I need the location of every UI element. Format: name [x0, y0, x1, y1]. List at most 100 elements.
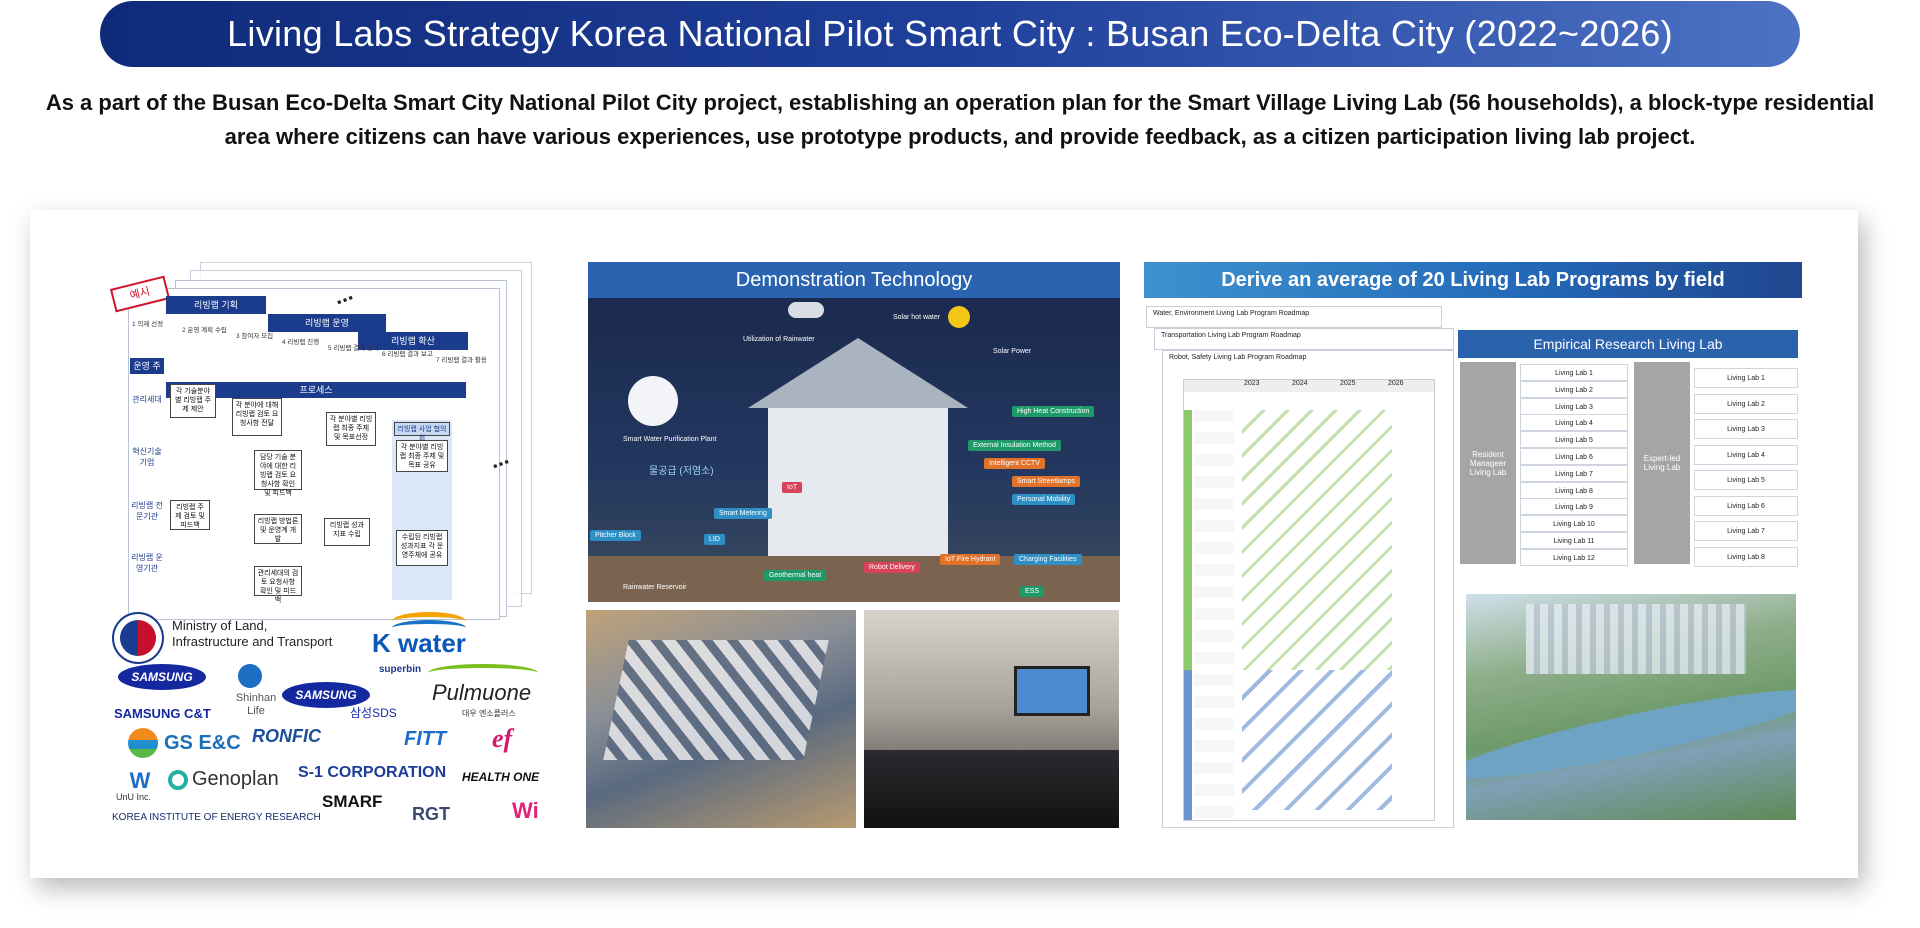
city-aerial-render: [1466, 594, 1796, 820]
logo-samsung-sds: 삼성SDS: [350, 706, 397, 720]
process-box-council: 리빙랩 사업 협의회: [394, 422, 450, 442]
purification-plant-icon: [628, 376, 678, 426]
roadmap-gantt: 2023 2024 2025 2026: [1183, 379, 1435, 821]
phase-operate: 리빙랩 운영: [268, 314, 386, 332]
logo-ef: ef: [492, 724, 513, 753]
expert-lab-item: Living Lab 2: [1694, 393, 1798, 414]
logo-kier: KOREA INSTITUTE OF ENERGY RESEARCH: [112, 812, 321, 823]
process-box: 담당 기술 분야에 대한 리빙랩 검토 요청사항 확인 및 피드백: [254, 450, 302, 497]
logo-healthone: HEALTH ONE: [462, 770, 540, 784]
river: [1466, 674, 1796, 794]
logo-daewoo: 대우 엔소플러스: [462, 709, 516, 718]
resident-lab-item: Living Lab 7: [1520, 464, 1628, 482]
resident-lab-item: Living Lab 5: [1520, 431, 1628, 449]
logo-gs: GS E&C: [164, 732, 241, 754]
label-mobility: Personal Mobility: [1012, 494, 1076, 505]
label-charging: Charging Facilities: [1014, 554, 1082, 565]
process-box: 수립된 리빙랩 성과지표 각 운영주체에 공유: [396, 530, 448, 566]
logo-shinhan: Shinhan Life: [235, 692, 277, 717]
resident-lab-item: Living Lab 3: [1520, 397, 1628, 415]
expert-lab-item: Living Lab 6: [1694, 495, 1798, 516]
label-ess: ESS: [1020, 586, 1045, 597]
audience: [864, 750, 1119, 828]
logo-ronfic: RONFIC: [252, 726, 321, 746]
logo-s1: S-1 CORPORATION: [298, 764, 447, 781]
resident-lab-item: Living Lab 9: [1520, 498, 1628, 516]
roadmap-robot-title: Robot, Safety Living Lab Program Roadmap: [1169, 354, 1307, 361]
presentation-screen: [1014, 666, 1090, 716]
resident-lab-item: Living Lab 4: [1520, 414, 1628, 432]
resident-lab-item: Living Lab 10: [1520, 515, 1628, 533]
label-reservoir: Rainwater Reservoir: [623, 584, 687, 591]
year-2026: 2026: [1388, 380, 1404, 387]
phase-plan: 리빙랩 기획: [166, 296, 266, 314]
step-5: 5 리빙랩 결과 평가: [328, 345, 379, 352]
row-label-tech: 혁신기술 기업: [132, 447, 162, 467]
sun-icon: [948, 306, 970, 328]
label-geothermal: Geothermal heat: [764, 570, 827, 581]
gantt-year-row: 2023 2024 2025 2026: [1184, 380, 1434, 392]
subhead-owner: 운영 주체: [130, 358, 164, 387]
step-1: 1 의제 선정: [132, 321, 164, 328]
process-box: 각 분야별 리빙랩 최종 주제 및 목표선정: [326, 412, 376, 446]
logo-pulmuone: Pulmuone: [432, 680, 532, 705]
process-box: 관리세대의 검토 요청사항 확인 및 피드백: [254, 566, 302, 604]
resident-lab-item: Living Lab 8: [1520, 481, 1628, 499]
label-rainwater: Utilization of Rainwater: [743, 336, 815, 343]
label-iot: IoT: [782, 482, 803, 493]
resident-managed-label: Resident Manageer Living Lab: [1460, 362, 1516, 564]
ministry-emblem-icon: [112, 612, 164, 664]
village-aerial-photo: [586, 610, 856, 828]
expert-lab-item: Living Lab 4: [1694, 444, 1798, 465]
logo-samsung-ct: SAMSUNG C&T: [114, 706, 211, 721]
empirical-title: Empirical Research Living Lab: [1458, 330, 1798, 358]
label-fire: IoT Fire Hydrant: [940, 554, 1001, 565]
genoplan-icon: [168, 770, 188, 790]
gantt-blue-bars: [1242, 670, 1392, 810]
gantt-group-green: [1184, 410, 1192, 670]
gantt-group-blue: [1184, 670, 1192, 820]
roadmap-robot-safety: Robot, Safety Living Lab Program Roadmap…: [1162, 350, 1454, 828]
process-box: 리빙랩 방법론 및 운영계 개발: [254, 514, 302, 544]
demonstration-illustration: Utilization of Rainwater Solar hot water…: [588, 298, 1120, 602]
expert-lab-item: Living Lab 7: [1694, 521, 1798, 541]
gs-ball-icon: [128, 728, 158, 758]
logo-fitt: FITT: [404, 728, 447, 750]
control-room-photo: [864, 610, 1119, 828]
label-sink: 물공급 (저염소): [649, 466, 714, 477]
label-heat: High Heat Construction: [1012, 406, 1095, 417]
row-label-residents: 관리세대: [132, 395, 162, 404]
logo-wi: Wi: [512, 798, 539, 823]
label-purification: Smart Water Purification Plant: [623, 436, 717, 443]
row-label-expert: 리빙랩 전문기관: [131, 501, 163, 521]
page-title-banner: Living Labs Strategy Korea National Pilo…: [100, 1, 1800, 67]
step-2: 2 운영 계획 수립: [182, 327, 227, 334]
label-pitcher: Pitcher Block: [590, 530, 641, 541]
step-7: 7 리빙랩 결과 활용: [436, 357, 487, 364]
roadmap-transport: Transportation Living Lab Program Roadma…: [1154, 328, 1454, 350]
skyline: [1526, 604, 1746, 674]
row-label-operator: 리빙랩 운영기관: [131, 553, 163, 573]
rooftops: [603, 640, 829, 760]
label-metering: Smart Metering: [714, 508, 772, 519]
logo-ministry: Ministry of Land, Infrastructure and Tra…: [172, 618, 333, 649]
gantt-task-names: [1194, 410, 1234, 820]
process-box: 리빙랩 주제 검토 및 피드백: [170, 500, 210, 530]
year-2024: 2024: [1292, 380, 1308, 387]
label-solar-power: Solar Power: [993, 348, 1032, 355]
demonstration-title: Demonstration Technology: [588, 262, 1120, 298]
page-description: As a part of the Busan Eco-Delta Smart C…: [45, 90, 1875, 149]
expert-lab-item: Living Lab 8: [1694, 546, 1798, 567]
logo-unu: UnU Inc.: [116, 792, 152, 802]
label-hot-water: Solar hot water: [893, 314, 941, 321]
resident-lab-item: Living Lab 11: [1520, 532, 1628, 549]
roadmap-water: Water, Environment Living Lab Program Ro…: [1146, 306, 1442, 328]
process-box: 각 기술분야별 리빙랩 주제 제안: [170, 384, 216, 418]
shinhan-icon: [238, 664, 262, 688]
expert-lab-item: Living Lab 3: [1694, 419, 1798, 439]
gantt-green-bars: [1242, 410, 1392, 670]
logo-superbin: superbin: [378, 664, 422, 675]
resident-lab-item: Living Lab 1: [1520, 364, 1628, 381]
expert-lab-item: Living Lab 5: [1694, 470, 1798, 490]
label-lid: LID: [704, 534, 725, 545]
